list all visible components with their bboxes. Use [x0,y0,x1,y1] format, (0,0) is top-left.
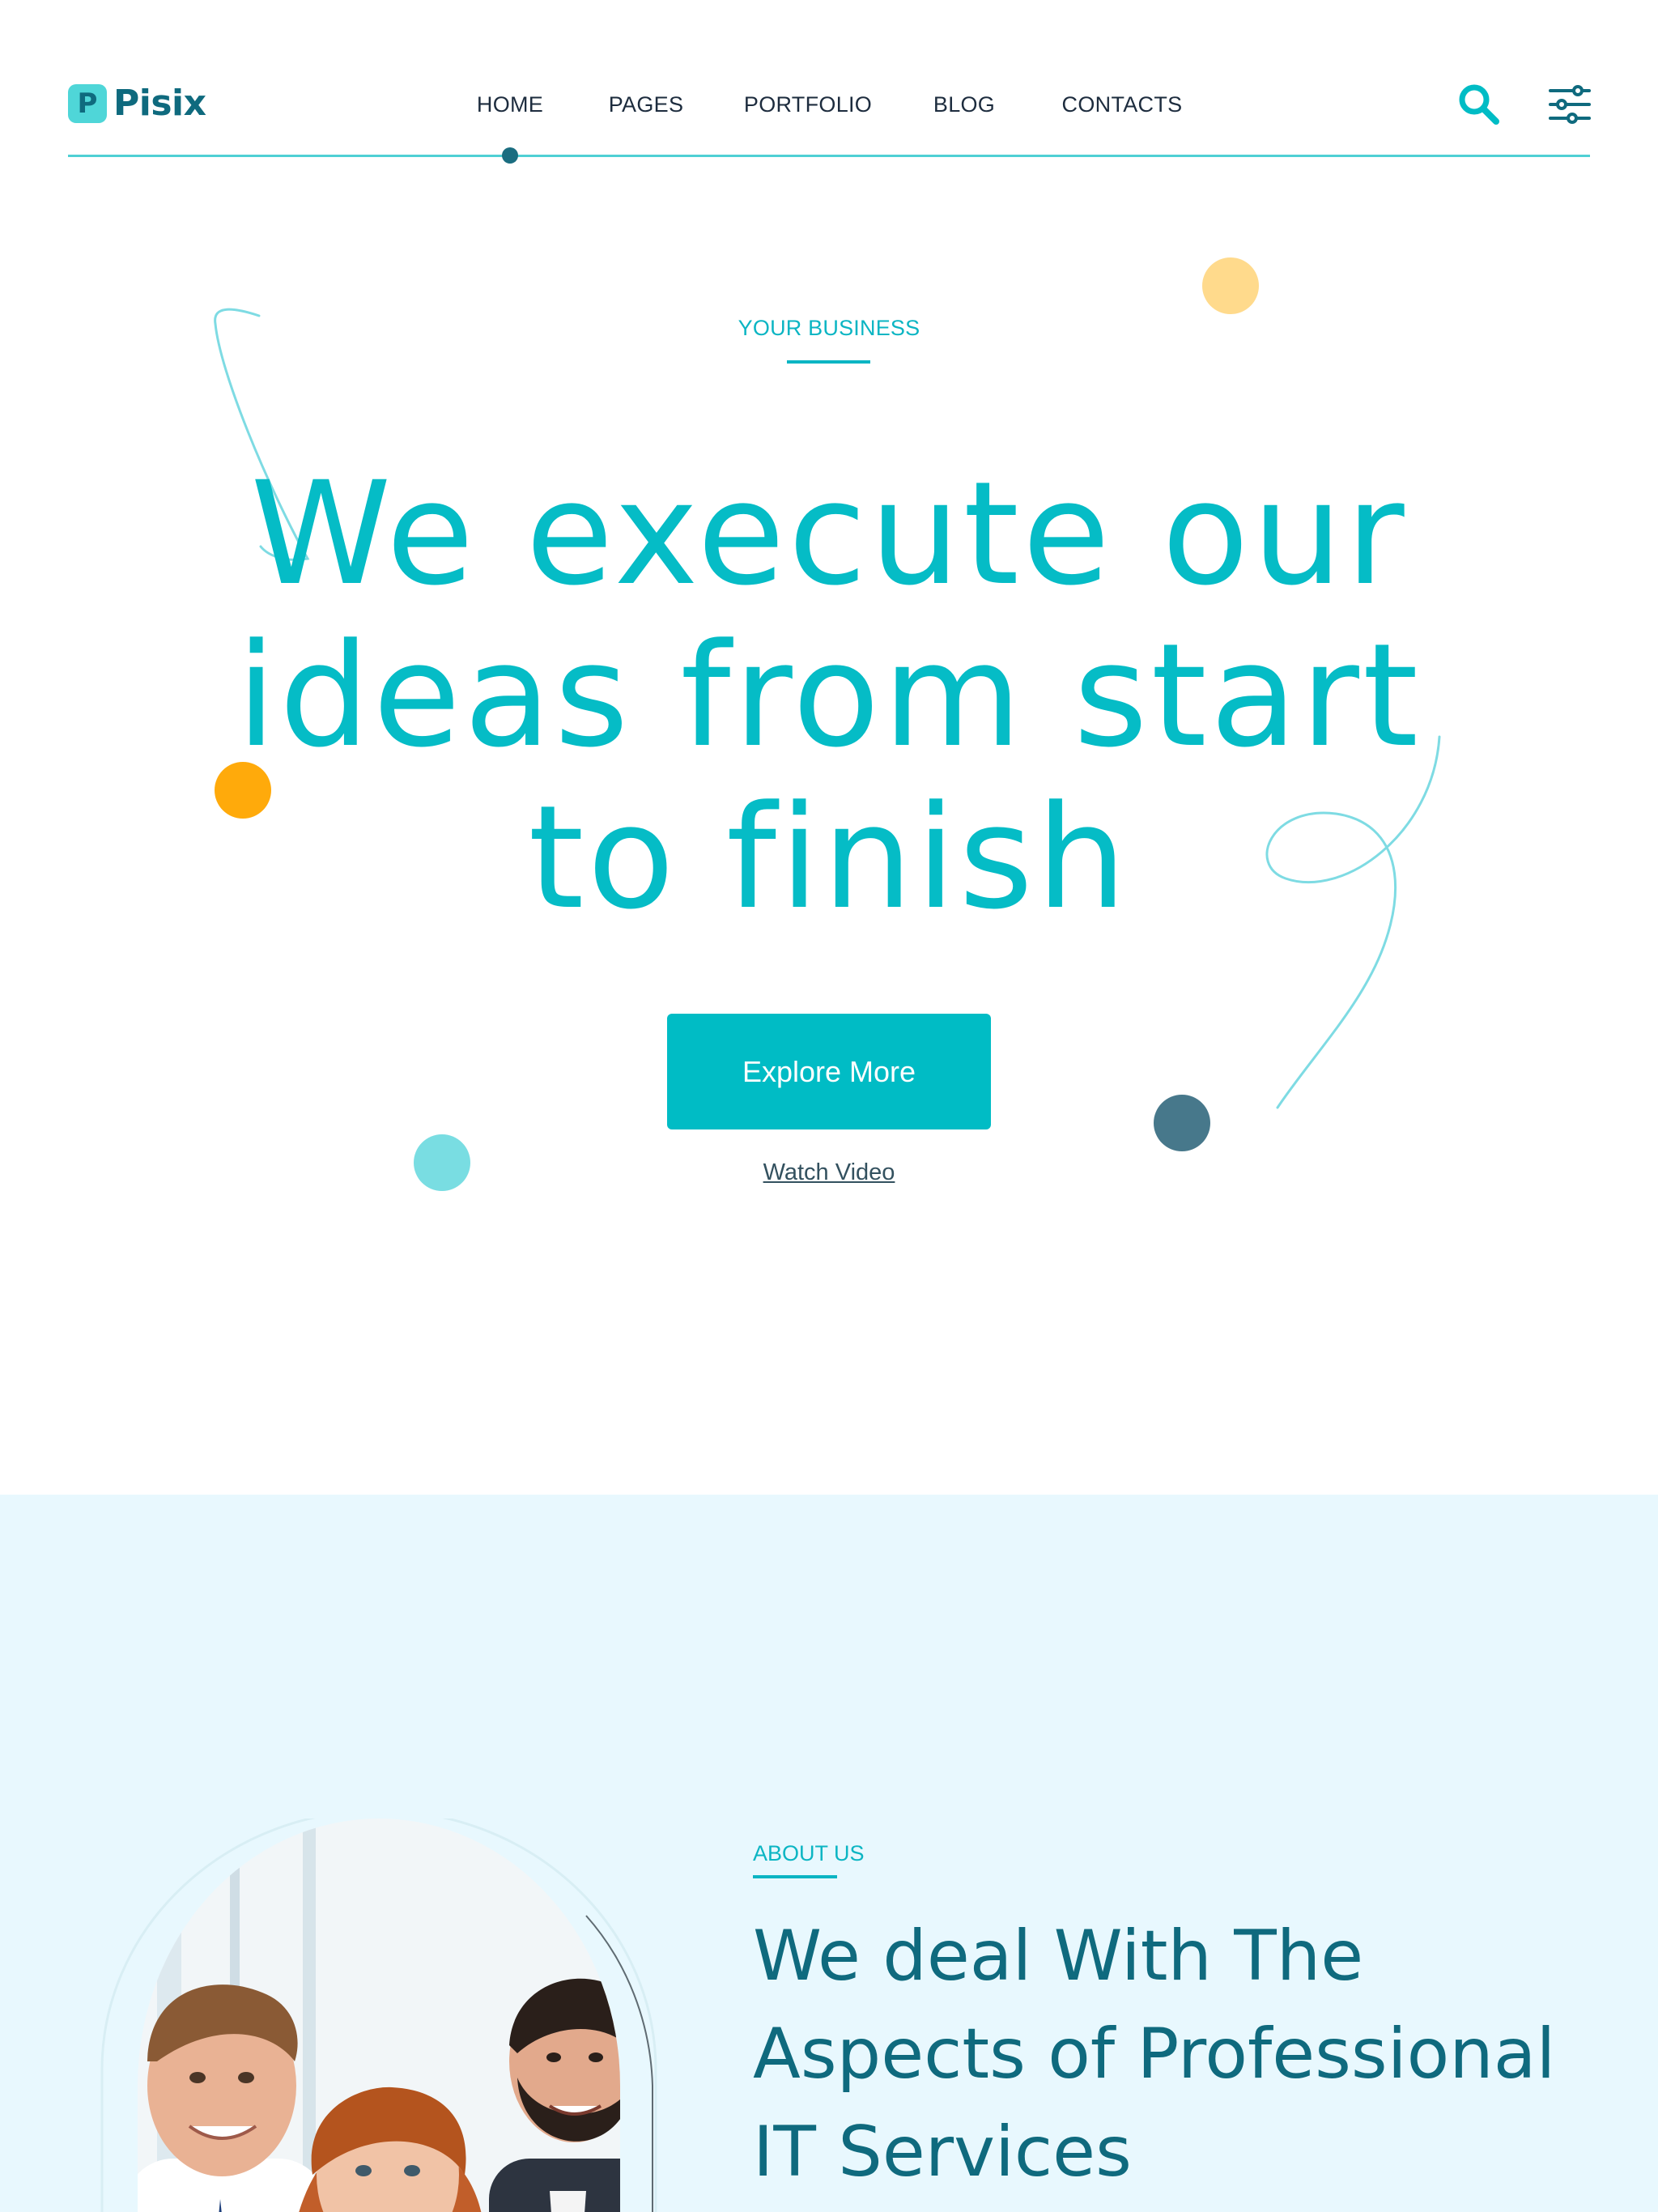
active-nav-indicator [502,147,518,164]
hero-eyebrow-underline [787,360,870,364]
decorative-dot-yellow [1202,257,1259,314]
nav-item-pages[interactable]: PAGES [609,92,684,117]
nav-item-contacts[interactable]: CONTACTS [1062,92,1183,117]
watch-video-link[interactable]: Watch Video [763,1159,895,1185]
hero-eyebrow: YOUR BUSINESS [738,316,920,340]
nav-item-home[interactable]: HOME [477,92,543,117]
sliders-menu-icon[interactable] [1548,83,1592,126]
header-divider [68,155,1590,157]
hero-title-line: We execute our [250,451,1408,617]
search-icon[interactable] [1457,83,1501,126]
about-section: ABOUT US We deal With The Aspects of Pro… [0,1495,1658,2212]
about-title: We deal With The Aspects of Professional… [753,1908,1603,2201]
explore-more-button[interactable]: Explore More [667,1014,991,1129]
decorative-dot-slate [1154,1095,1210,1151]
nav-item-portfolio[interactable]: PORTFOLIO [744,92,872,117]
about-title-line: IT Services [753,2112,1132,2193]
about-title-line: We deal With The [753,1916,1364,1997]
about-title-line: Aspects of Professional [753,2014,1556,2095]
about-eyebrow-underline [753,1875,837,1878]
nav-item-blog[interactable]: BLOG [933,92,995,117]
watch-video-wrapper: Watch Video [0,1159,1658,1186]
site-header: P Pisix HOME PAGES PORTFOLIO BLOG CONTAC… [0,0,1658,164]
team-photo [100,1809,657,2212]
main-nav: HOME PAGES PORTFOLIO BLOG CONTACTS [0,92,1658,125]
about-eyebrow: ABOUT US [753,1841,865,1865]
hero-title-line: ideas from start [236,613,1422,779]
hero-title-line: to finish [528,775,1130,941]
hero-title: We execute our ideas from start to finis… [162,453,1496,939]
